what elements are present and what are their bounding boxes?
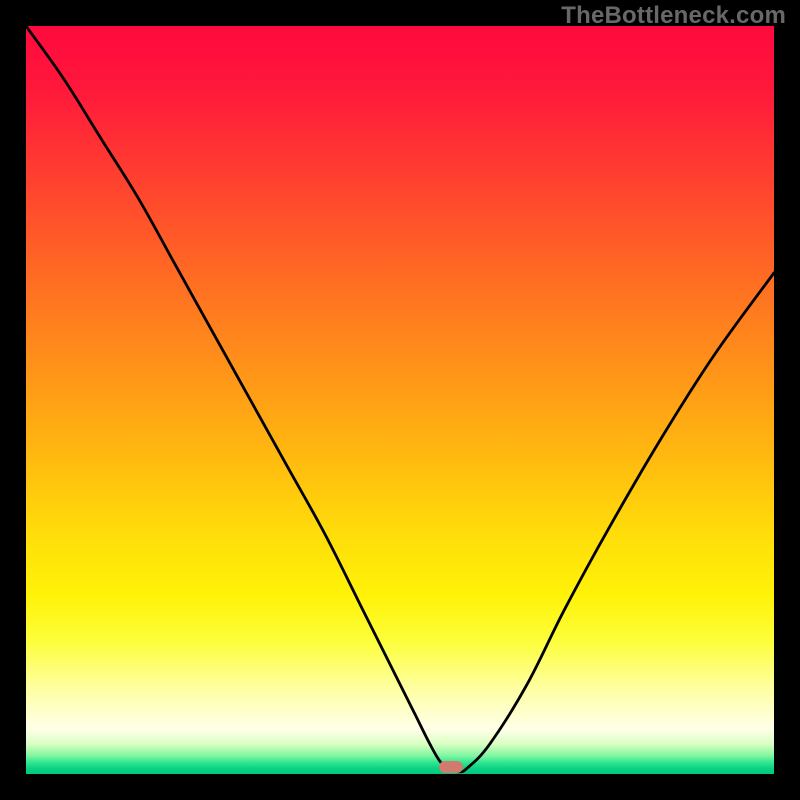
chart-frame: TheBottleneck.com — [0, 0, 800, 800]
optimal-point-marker — [439, 761, 463, 773]
plot-area — [26, 26, 774, 774]
bottleneck-curve — [26, 26, 774, 774]
watermark-text: TheBottleneck.com — [561, 2, 786, 30]
